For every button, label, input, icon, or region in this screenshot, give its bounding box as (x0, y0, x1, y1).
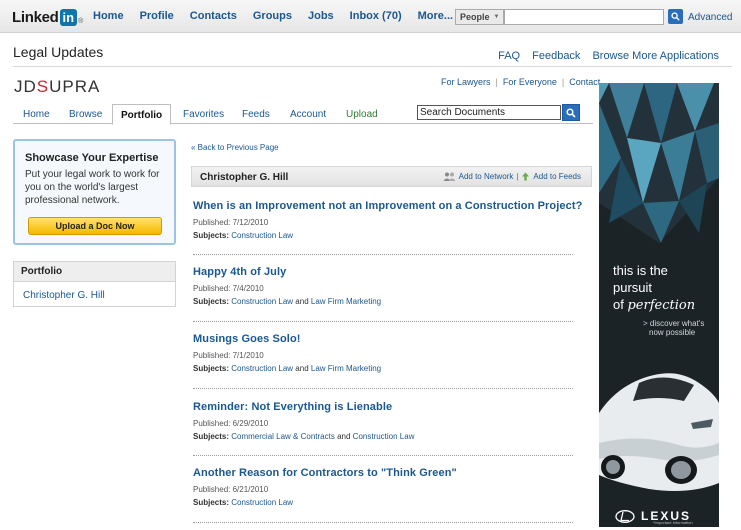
feedback-link[interactable]: Feedback (532, 50, 580, 62)
document-search-button[interactable] (562, 104, 580, 121)
showcase-title: Showcase Your Expertise (25, 152, 159, 164)
linkedin-logo[interactable]: Linked in ® (12, 7, 83, 27)
app-links: FAQ Feedback Browse More Applications (486, 50, 719, 62)
browse-apps-link[interactable]: Browse More Applications (592, 50, 719, 62)
article-title[interactable]: Another Reason for Contractors to "Think… (193, 467, 573, 479)
article-date: Published: 6/21/2010 (193, 485, 269, 494)
list-item: Reminder: Not Everything is Lienable Pub… (193, 401, 573, 441)
article-date: Published: 6/29/2010 (193, 419, 269, 428)
article-title[interactable]: Reminder: Not Everything is Lienable (193, 401, 573, 413)
nav-jobs[interactable]: Jobs (308, 10, 334, 22)
for-everyone-link[interactable]: For Everyone (503, 77, 557, 87)
subject-link[interactable]: Construction Law (353, 432, 415, 441)
author-actions: Add to Network | Add to Feeds (443, 172, 581, 181)
portfolio-heading: Portfolio (14, 262, 175, 282)
linkedin-search-button[interactable] (668, 9, 683, 24)
add-arrow-icon (522, 172, 530, 181)
subject-link[interactable]: Construction Law (231, 498, 293, 507)
tab-feeds[interactable]: Feeds (242, 104, 270, 124)
search-icon (671, 12, 680, 21)
article-title[interactable]: Musings Goes Solo! (193, 333, 573, 345)
portfolio-author-link[interactable]: Christopher G. Hill (14, 282, 175, 309)
showcase-text: Put your legal work to work for you on t… (25, 169, 160, 206)
upload-doc-button[interactable]: Upload a Doc Now (28, 217, 162, 235)
subject-link[interactable]: Law Firm Marketing (311, 364, 381, 373)
article-subjects: Subjects: Construction Law and Law Firm … (193, 364, 382, 373)
people-icon (443, 172, 456, 181)
faq-link[interactable]: FAQ (498, 50, 520, 62)
nav-contacts[interactable]: Contacts (190, 10, 237, 22)
for-lawyers-link[interactable]: For Lawyers (441, 77, 491, 87)
search-scope-select[interactable]: People ▼ (455, 9, 504, 25)
caret-down-icon: ▼ (493, 14, 500, 20)
nav-profile[interactable]: Profile (140, 10, 174, 22)
article-subjects: Subjects: Construction Law (193, 231, 294, 240)
subject-link[interactable]: Construction Law (231, 364, 293, 373)
document-search-input[interactable]: Search Documents (417, 105, 561, 120)
tab-favorites[interactable]: Favorites (183, 104, 224, 124)
article-subjects: Subjects: Construction Law (193, 498, 294, 507)
article-subjects: Subjects: Commercial Law & Contracts and… (193, 432, 415, 441)
back-link[interactable]: « Back to Previous Page (191, 143, 279, 152)
tab-portfolio[interactable]: Portfolio (112, 104, 172, 125)
divider (193, 455, 573, 456)
app-title: Legal Updates (13, 44, 104, 60)
tab-account[interactable]: Account (290, 104, 326, 124)
top-nav: Home Profile Contacts Groups Jobs Inbox … (93, 10, 469, 22)
add-to-feeds-link[interactable]: Add to Feeds (533, 172, 581, 181)
add-to-network-link[interactable]: Add to Network (459, 172, 514, 181)
contact-link[interactable]: Contact (569, 77, 600, 87)
list-item: Another Reason for Contractors to "Think… (193, 467, 573, 507)
list-item: Happy 4th of July Published: 7/4/2010 Su… (193, 266, 573, 306)
search-icon (566, 107, 576, 118)
tab-browse[interactable]: Browse (69, 104, 102, 124)
article-date: Published: 7/1/2010 (193, 351, 264, 360)
nav-home[interactable]: Home (93, 10, 124, 22)
jdsupra-logo[interactable]: JDSUPRA (14, 77, 100, 97)
article-date: Published: 7/4/2010 (193, 284, 264, 293)
nav-more[interactable]: More... (418, 10, 453, 22)
author-name: Christopher G. Hill (200, 172, 289, 183)
divider (193, 321, 573, 322)
article-date: Published: 7/12/2010 (193, 218, 269, 227)
author-bar: Christopher G. Hill Add to Network | Add… (191, 166, 592, 187)
lexus-ad[interactable]: this is the pursuit of perfection > disc… (599, 83, 719, 527)
linkedin-search-input[interactable] (504, 9, 664, 25)
subject-link[interactable]: Commercial Law & Contracts (231, 432, 335, 441)
article-title[interactable]: Happy 4th of July (193, 266, 573, 278)
subject-link[interactable]: Law Firm Marketing (311, 297, 381, 306)
divider (193, 522, 573, 523)
article-title[interactable]: When is an Improvement not an Improvemen… (193, 200, 582, 212)
tab-home[interactable]: Home (23, 104, 50, 124)
subject-link[interactable]: Construction Law (231, 231, 293, 240)
divider (13, 66, 732, 67)
nav-groups[interactable]: Groups (253, 10, 292, 22)
linkedin-topbar: Linked in ® Home Profile Contacts Groups… (0, 0, 741, 33)
nav-inbox[interactable]: Inbox (70) (350, 10, 402, 22)
divider (193, 388, 573, 389)
tab-upload[interactable]: Upload (346, 104, 378, 124)
showcase-panel: Showcase Your Expertise Put your legal w… (13, 139, 176, 245)
article-subjects: Subjects: Construction Law and Law Firm … (193, 297, 382, 306)
jdsupra-sub-links: For Lawyers | For Everyone | Contact (441, 77, 601, 87)
subject-link[interactable]: Construction Law (231, 297, 293, 306)
advanced-search-link[interactable]: Advanced (688, 12, 732, 23)
portfolio-panel: Portfolio Christopher G. Hill (13, 261, 176, 307)
list-item: Musings Goes Solo! Published: 7/1/2010 S… (193, 333, 573, 373)
lexus-emblem-icon (615, 509, 635, 523)
list-item: When is an Improvement not an Improvemen… (193, 200, 582, 240)
divider (193, 254, 573, 255)
